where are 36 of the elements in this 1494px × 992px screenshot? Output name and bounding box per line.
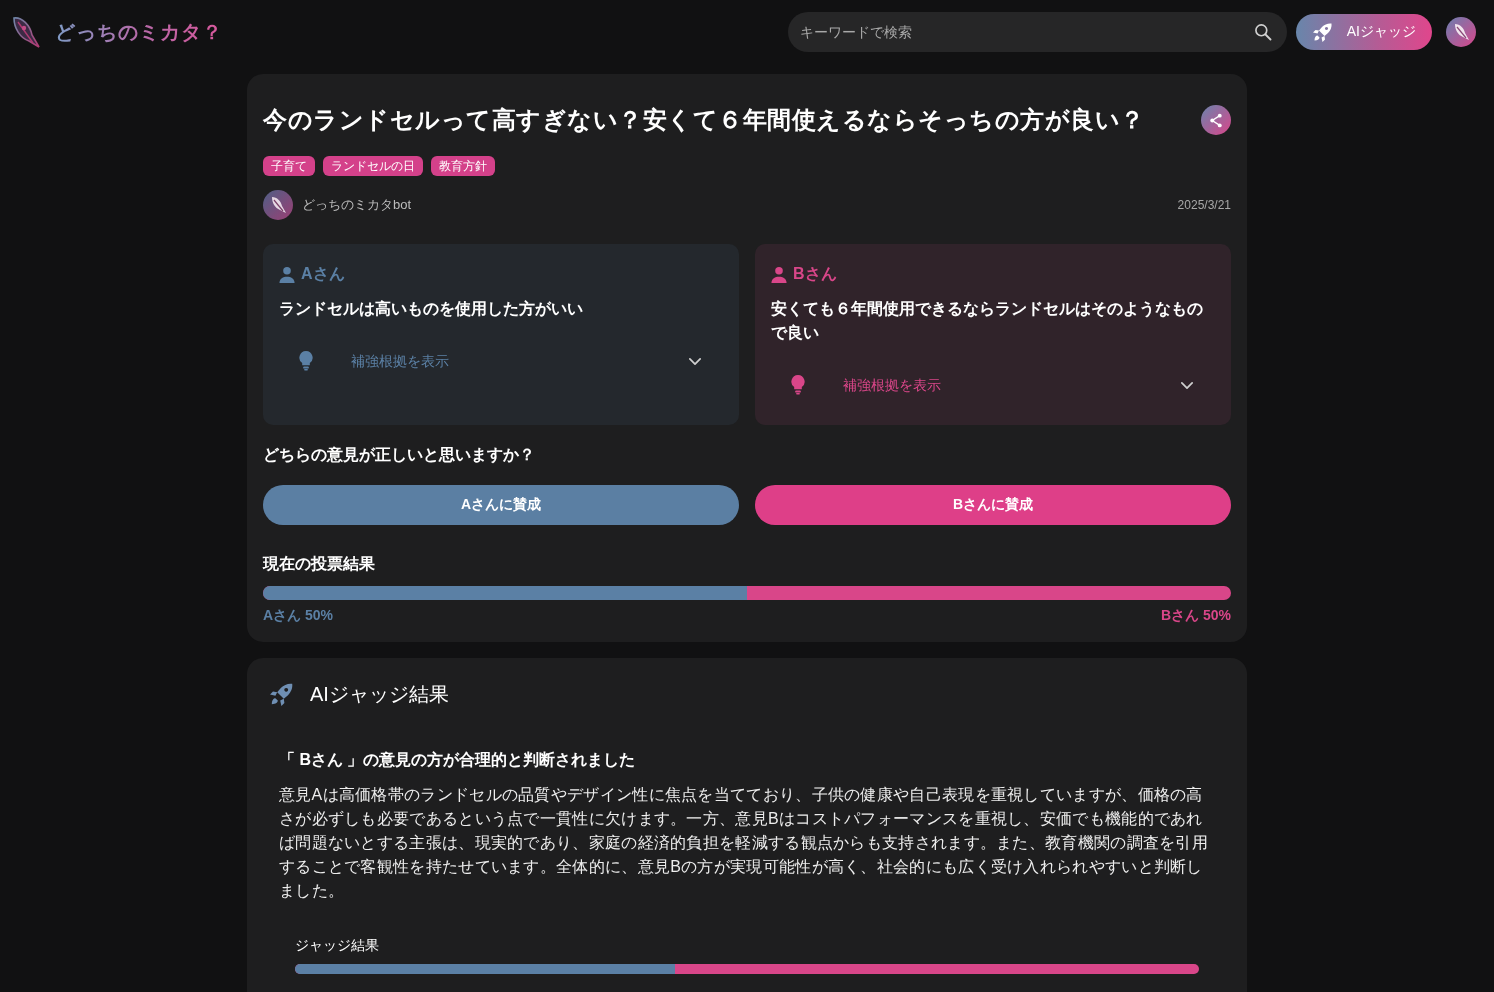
person-icon [771,265,787,283]
author-name: どっちのミカタbot [302,196,412,214]
verdict-text: 「 Bさん 」の意見の方が合理的と判断されました [279,750,637,770]
opinion-author: Aさん [301,264,345,284]
avatar-icon[interactable] [1446,17,1476,47]
tag-link[interactable]: 教育方針 [431,156,495,176]
person-icon [279,265,295,283]
evidence-toggle[interactable]: 補強根拠を表示 [279,341,723,381]
vote-question: どちらの意見が正しいと思いますか？ [263,445,536,465]
reasoning-text: 意見Aは高価格帯のランドセルの品質やデザイン性に焦点を当てており、子供の健康や自己表現を重視していますが、価格の高さが必ずしも必要であるという点で一貫性に欠けます。一方、意見Bはコストパフォーマンスを重視し、安価でも機能的であれば問題ないとする主張は、現実的であり、家庭の経済的負担を軽減する観点からも支持されます。また、教育機関の調査を引用することで客観性を持たせています。全体的に、意見Bの方が実現可能性が高く、社会的にも広く受け入れられやすいと判断しました。 [279,785,1210,901]
opinion-author: Bさん [793,264,837,284]
judge-result-title: ジャッジ結果 [295,936,379,955]
search-icon[interactable] [1252,22,1273,42]
vote-button[interactable]: Bさんに賛成 [755,485,1231,525]
post-title: 今のランドセルって高すぎない？安くて６年間使えるならそっちの方が良い？ [263,105,1145,135]
share-icon [1209,112,1223,128]
post-date: 2025/3/21 [1177,198,1231,212]
opinion-statement: ランドセルは高いものを使用した方がいい [279,299,584,319]
ai-judge-title: AIジャッジ結果 [310,682,449,707]
rocket-icon [1312,22,1333,42]
results-title: 現在の投票結果 [263,554,376,574]
lightbulb-icon [299,351,313,371]
vote-button[interactable]: Aさんに賛成 [263,485,739,525]
ai-judge-button[interactable]: AIジャッジ [1295,14,1432,50]
tag-link[interactable]: ランドセルの日 [323,156,423,176]
lightbulb-icon [791,375,805,395]
opinion-statement: 安くても６年間使用できるならランドセルはそのようなもので良い [771,299,1204,343]
evidence-toggle[interactable]: 補強根拠を表示 [771,365,1215,405]
share-button[interactable] [1201,105,1231,135]
pen-nib-icon [12,16,40,48]
vote-percentage: Bさん 50% [1160,606,1231,625]
search-field[interactable]: キーワードで検索 [787,12,1287,52]
avatar-icon [263,190,293,220]
vote-percentage: Aさん 50% [263,606,334,625]
rocket-icon [270,682,294,706]
tag-link[interactable]: 子育て [263,156,315,176]
